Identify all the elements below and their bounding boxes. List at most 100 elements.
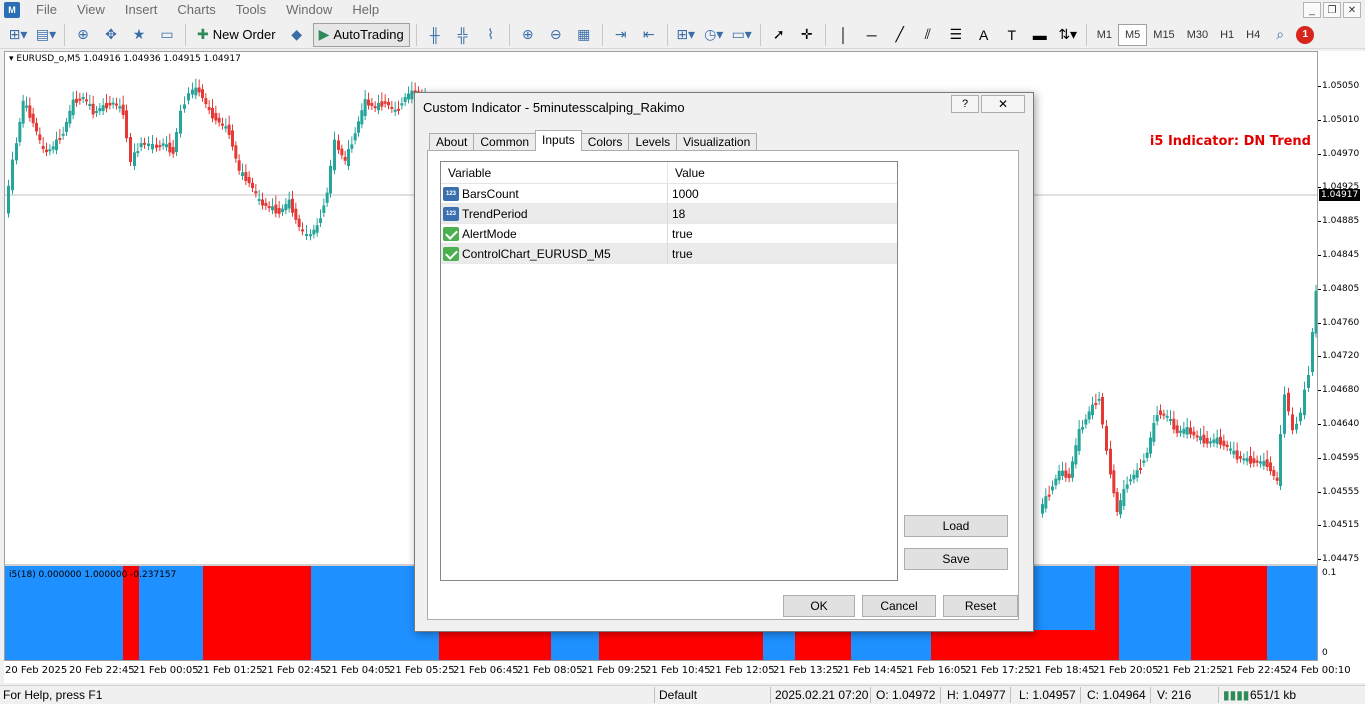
menu-file[interactable]: File — [26, 0, 67, 20]
candle-down — [261, 199, 264, 206]
table-row[interactable]: ControlChart_EURUSD_M5 true — [441, 244, 897, 264]
candle-up — [1303, 389, 1306, 416]
cancel-button[interactable]: Cancel — [862, 595, 936, 617]
status-bar: For Help, press F1 Default 2025.02.21 07… — [0, 685, 1365, 704]
tile-windows-icon[interactable]: ▦ — [572, 23, 596, 47]
metaeditor-icon[interactable]: ◆ — [285, 23, 309, 47]
profiles-icon[interactable]: ▤▾ — [34, 23, 58, 47]
boolean-icon — [443, 247, 459, 261]
timeframe-h4[interactable]: H4 — [1240, 24, 1266, 46]
timeframe-m1[interactable]: M1 — [1091, 24, 1118, 46]
candle-up — [347, 149, 350, 166]
timeframe-m30[interactable]: M30 — [1181, 24, 1214, 46]
tab-levels[interactable]: Levels — [628, 133, 678, 151]
menu-window[interactable]: Window — [276, 0, 342, 20]
value-cell[interactable]: true — [668, 224, 693, 244]
menu-view[interactable]: View — [67, 0, 115, 20]
price-label: 1.04845 — [1322, 250, 1360, 260]
column-variable[interactable]: Variable — [441, 162, 668, 184]
candle-up — [1232, 450, 1236, 455]
bar-chart-icon[interactable]: ╫ — [423, 23, 447, 47]
menu-insert[interactable]: Insert — [115, 0, 168, 20]
crosshair-icon[interactable]: ✛ — [795, 23, 819, 47]
templates-icon[interactable]: ▭▾ — [730, 23, 754, 47]
autotrading-button[interactable]: ▶ AutoTrading — [312, 22, 410, 47]
trendline-icon[interactable]: ╱ — [888, 23, 912, 47]
value-cell[interactable]: 1000 — [668, 184, 699, 204]
tab-inputs[interactable]: Inputs — [535, 130, 582, 151]
candle-up — [1084, 419, 1088, 425]
new-order-button[interactable]: ✚ New Order — [192, 23, 281, 47]
candle-up — [1242, 458, 1246, 461]
time-label: 21 Feb 13:25 — [773, 665, 839, 676]
menu-tools[interactable]: Tools — [226, 0, 276, 20]
text-icon[interactable]: A — [972, 23, 996, 47]
value-cell[interactable]: 18 — [668, 204, 685, 224]
menu-charts[interactable]: Charts — [167, 0, 225, 20]
price-scale[interactable]: 1.05050 1.05010 1.04970 1.04925 1.04885 1.048… — [1318, 51, 1365, 661]
time-label: 21 Feb 08:05 — [517, 665, 583, 676]
zoom-out-icon[interactable]: ⊖ — [544, 23, 568, 47]
candle-up — [61, 133, 65, 136]
search-icon[interactable]: ⌕ — [1268, 23, 1292, 47]
close-button[interactable]: ✕ — [981, 95, 1025, 113]
notification-badge[interactable]: 1 — [1296, 25, 1315, 44]
candle-up — [224, 126, 228, 129]
menu-help[interactable]: Help — [342, 0, 389, 20]
candle-down — [108, 102, 112, 106]
tab-colors[interactable]: Colors — [580, 133, 630, 151]
toolbar-separator — [185, 23, 186, 46]
tab-common[interactable]: Common — [473, 133, 537, 151]
restore-icon[interactable]: ❐ — [1323, 2, 1341, 18]
text-label-icon[interactable]: T — [1000, 23, 1024, 47]
vertical-line-icon[interactable]: │ — [832, 23, 856, 47]
indicators-icon[interactable]: ⊞▾ — [674, 23, 698, 47]
tab-about[interactable]: About — [429, 133, 475, 151]
app-icon[interactable]: M — [4, 2, 20, 18]
column-value[interactable]: Value — [668, 162, 897, 184]
chart-shift-icon[interactable]: ⇤ — [637, 23, 661, 47]
timeframe-h1[interactable]: H1 — [1214, 24, 1240, 46]
cursor-icon[interactable]: ➚ — [767, 23, 791, 47]
market-watch-icon[interactable]: ⊕ — [71, 23, 95, 47]
candle-down — [1219, 436, 1222, 445]
new-chart-icon[interactable]: ⊞▾ — [6, 23, 30, 47]
ok-button[interactable]: OK — [783, 595, 855, 617]
load-button[interactable]: Load — [904, 515, 1008, 537]
horizontal-line-icon[interactable]: ─ — [860, 23, 884, 47]
candle-down — [1172, 418, 1176, 430]
timeframe-m15[interactable]: M15 — [1147, 24, 1180, 46]
minimize-icon[interactable]: _ — [1303, 2, 1321, 18]
candle-down — [91, 103, 95, 115]
rectangle-icon[interactable]: ▬ — [1028, 23, 1052, 47]
help-button[interactable]: ? — [951, 95, 979, 113]
candlestick-icon[interactable]: ╬ — [451, 23, 475, 47]
table-row[interactable]: 123 TrendPeriod 18 — [441, 204, 897, 224]
candle-down — [274, 204, 278, 214]
save-button[interactable]: Save — [904, 548, 1008, 570]
auto-scroll-icon[interactable]: ⇥ — [609, 23, 633, 47]
tab-visualization[interactable]: Visualization — [676, 133, 758, 151]
price-label: 1.04475 — [1322, 554, 1360, 565]
zoom-in-icon[interactable]: ⊕ — [516, 23, 540, 47]
navigator-icon[interactable]: ★ — [127, 23, 151, 47]
fibonacci-icon[interactable]: ☰ — [944, 23, 968, 47]
channel-icon[interactable]: ⫽ — [916, 23, 940, 47]
candle-up — [410, 90, 414, 100]
data-window-icon[interactable]: ✥ — [99, 23, 123, 47]
line-chart-icon[interactable]: ⌇ — [479, 23, 503, 47]
reset-button[interactable]: Reset — [943, 595, 1018, 617]
status-separator — [654, 687, 655, 703]
timeframe-m5[interactable]: M5 — [1118, 23, 1148, 46]
value-cell[interactable]: true — [668, 244, 693, 264]
table-row[interactable]: AlertMode true — [441, 224, 897, 244]
periods-icon[interactable]: ◷▾ — [702, 23, 726, 47]
candle-down — [1272, 470, 1276, 476]
candle-up — [1185, 427, 1189, 435]
indicator-bar-down — [123, 566, 139, 660]
arrows-icon[interactable]: ⇅▾ — [1056, 23, 1080, 47]
terminal-icon[interactable]: ▭ — [155, 23, 179, 47]
close-icon[interactable]: ✕ — [1343, 2, 1361, 18]
table-row[interactable]: 123 BarsCount 1000 — [441, 184, 897, 204]
time-label: 21 Feb 22:45 — [1221, 665, 1287, 676]
